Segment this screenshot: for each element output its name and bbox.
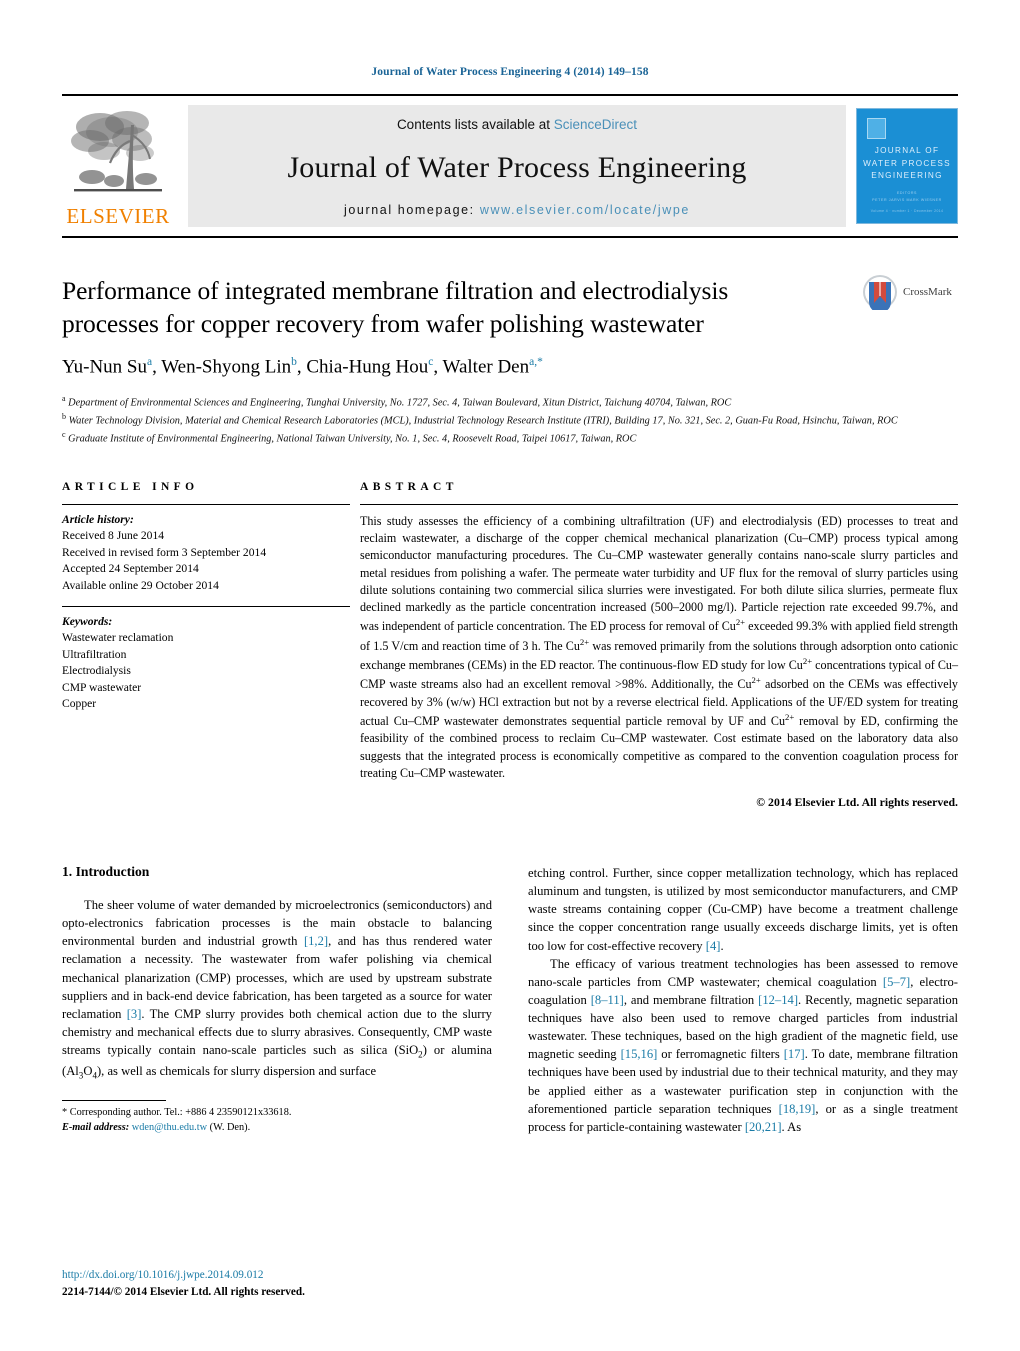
homepage-link[interactable]: www.elsevier.com/locate/jwpe: [480, 203, 690, 217]
keyword-item: Wastewater reclamation: [62, 631, 174, 645]
history-item: Accepted 24 September 2014: [62, 562, 199, 576]
abstract-column: ABSTRACT This study assesses the efficie…: [350, 481, 958, 810]
cover-editors-names: PETER JARVIS MARK WIESNER: [872, 198, 942, 203]
affiliation-text-c: Graduate Institute of Environmental Engi…: [68, 433, 637, 445]
cover-footer: Volume 4 · number 1 · December 2014: [870, 209, 944, 213]
intro-paragraph-2: etching control. Further, since copper m…: [528, 866, 958, 953]
crossmark-label: CrossMark: [903, 286, 952, 298]
footnote-divider: [62, 1100, 166, 1102]
keyword-item: CMP wastewater: [62, 680, 142, 694]
affiliation-item: b Water Technology Division, Material an…: [62, 411, 942, 429]
journal-cover-thumbnail[interactable]: JOURNAL OF WATER PROCESS ENGINEERING EDI…: [856, 108, 958, 224]
crossmark-badge[interactable]: CrossMark: [862, 274, 958, 310]
title-block: CrossMark Performance of integrated memb…: [62, 274, 958, 448]
affiliation-list: a Department of Environmental Sciences a…: [62, 393, 942, 448]
contents-available-line: Contents lists available at ScienceDirec…: [397, 117, 637, 132]
keyword-item: Copper: [62, 697, 97, 711]
elsevier-wordmark: ELSEVIER: [66, 204, 170, 228]
doi-link[interactable]: http://dx.doi.org/10.1016/j.jwpe.2014.09…: [62, 1267, 305, 1284]
copyright-line: © 2014 Elsevier Ltd. All rights reserved…: [756, 795, 958, 810]
affiliation-item: c Graduate Institute of Environmental En…: [62, 429, 942, 447]
body-column-right: etching control. Further, since copper m…: [528, 864, 958, 1136]
intro-paragraph-1: The sheer volume of water demanded by mi…: [62, 898, 492, 1081]
affiliation-text-a: Department of Environmental Sciences and…: [68, 397, 732, 409]
keywords-label: Keywords:: [62, 615, 113, 628]
elsevier-tree-icon: [71, 111, 162, 192]
journal-band: Contents lists available at ScienceDirec…: [188, 105, 846, 227]
homepage-prefix: journal homepage:: [344, 203, 480, 217]
sciencedirect-link[interactable]: ScienceDirect: [554, 117, 637, 132]
intro-paragraph-3: The efficacy of various treatment techno…: [528, 956, 958, 1134]
cover-title-line-2: WATER PROCESS: [863, 158, 951, 168]
article-history-label: Article history:: [62, 512, 134, 526]
history-item: Received 8 June 2014: [62, 529, 165, 543]
contents-prefix: Contents lists available at: [396, 117, 554, 132]
affiliation-item: a Department of Environmental Sciences a…: [62, 393, 942, 411]
affiliation-marker-a: a: [62, 393, 66, 403]
elsevier-logo: ELSEVIER: [62, 96, 174, 236]
info-abstract-section: ARTICLE INFO Article history: Received 8…: [62, 481, 958, 810]
cover-title-line-1: JOURNAL OF: [874, 146, 940, 155]
keyword-item: Ultrafiltration: [62, 647, 127, 661]
email-note: E-mail address: wden@thu.edu.tw (W. Den)…: [62, 1122, 251, 1134]
section-heading-introduction: 1. Introduction: [62, 864, 150, 880]
cover-title-line-3: ENGINEERING: [871, 171, 943, 181]
journal-masthead: ELSEVIER Contents lists available at Sci…: [62, 94, 958, 238]
cover-editors: EDITORS PETER JARVIS MARK WIESNER: [872, 190, 942, 204]
abstract-heading: ABSTRACT: [360, 480, 458, 493]
page-title: Performance of integrated membrane filtr…: [62, 276, 729, 339]
issn-copyright-line: 2214-7144/© 2014 Elsevier Ltd. All right…: [62, 1286, 305, 1299]
keywords-block: Keywords: Wastewater reclamation Ultrafi…: [62, 606, 350, 713]
abstract-text: This study assesses the efficiency of a …: [360, 513, 958, 780]
cover-publisher-badge-icon: [867, 118, 886, 139]
cover-editors-label: EDITORS: [896, 191, 918, 196]
corresponding-author-note: * Corresponding author. Tel.: +886 4 235…: [62, 1107, 292, 1119]
affiliation-text-b: Water Technology Division, Material and …: [68, 415, 898, 427]
cover-title: JOURNAL OF WATER PROCESS ENGINEERING: [863, 145, 951, 183]
affiliation-marker-c: c: [62, 430, 66, 440]
affiliation-marker-b: b: [62, 411, 66, 421]
crossmark-icon: [863, 275, 897, 310]
article-page: Journal of Water Process Engineering 4 (…: [0, 0, 1020, 1351]
journal-title: Journal of Water Process Engineering: [287, 150, 747, 184]
history-item: Available online 29 October 2014: [62, 578, 219, 592]
article-history-group: Article history: Received 8 June 2014 Re…: [62, 505, 350, 594]
article-info-column: ARTICLE INFO Article history: Received 8…: [62, 481, 350, 810]
keywords-group: Keywords: Wastewater reclamation Ultrafi…: [62, 607, 350, 713]
history-item: Received in revised form 3 September 201…: [62, 545, 267, 559]
body-column-left: 1. Introduction The sheer volume of wate…: [62, 864, 492, 1136]
running-head: Journal of Water Process Engineering 4 (…: [371, 66, 649, 78]
journal-homepage-line: journal homepage: www.elsevier.com/locat…: [344, 203, 690, 217]
footnote-block: * Corresponding author. Tel.: +886 4 235…: [62, 1100, 492, 1136]
body-columns: 1. Introduction The sheer volume of wate…: [62, 864, 958, 1136]
author-list: Yu-Nun Sua, Wen-Shyong Linb, Chia-Hung H…: [62, 356, 543, 378]
page-footer: http://dx.doi.org/10.1016/j.jwpe.2014.09…: [62, 1267, 305, 1301]
article-info-heading: ARTICLE INFO: [62, 480, 199, 493]
keyword-item: Electrodialysis: [62, 664, 131, 678]
